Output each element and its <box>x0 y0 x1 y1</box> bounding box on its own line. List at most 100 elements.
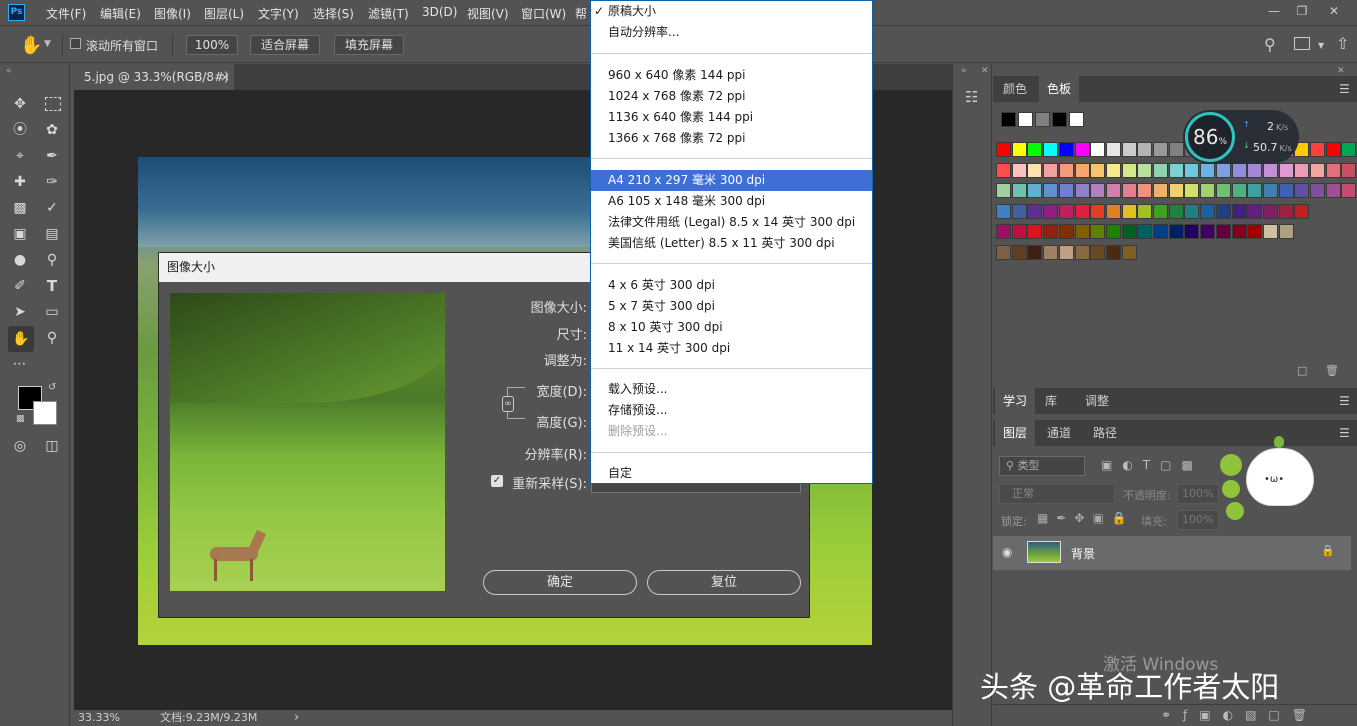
fill-input[interactable]: 100% <box>1177 510 1219 530</box>
menu-select[interactable]: 选择(S) <box>313 5 354 22</box>
swatch[interactable] <box>1035 112 1050 127</box>
type-tool-icon[interactable]: T <box>42 276 62 296</box>
panel-menu-icon[interactable]: ☰ <box>1339 394 1350 408</box>
swatch[interactable] <box>1074 203 1090 219</box>
swatch[interactable] <box>1027 162 1043 178</box>
tab-color[interactable]: 颜色 <box>995 76 1035 102</box>
swatch[interactable] <box>1069 112 1084 127</box>
path-select-icon[interactable]: ➤ <box>10 302 30 322</box>
swatch[interactable] <box>1153 183 1168 198</box>
network-speed-widget[interactable]: 86% ↑ 2 K/s ↓ 50.7 K/s <box>1183 110 1299 164</box>
swatch[interactable] <box>1168 224 1184 239</box>
swatch[interactable] <box>1200 162 1216 178</box>
swatch[interactable] <box>1184 224 1200 239</box>
history-panel-icon[interactable]: ☷ <box>965 88 978 106</box>
swatch[interactable] <box>1058 162 1074 178</box>
swatch[interactable] <box>1294 162 1310 178</box>
collapse-icon[interactable]: « <box>6 66 12 76</box>
expand-icon[interactable]: » <box>961 66 967 76</box>
menu-window[interactable]: 窗口(W) <box>521 5 566 22</box>
dropdown-item-preset[interactable]: A6 105 x 148 毫米 300 dpi <box>591 191 872 212</box>
menu-help[interactable]: 帮 <box>575 5 587 22</box>
swatch[interactable] <box>1231 162 1247 178</box>
swatch[interactable] <box>1200 183 1216 198</box>
layer-filter-icons[interactable]: ▣◐T▢▩ <box>1101 458 1203 472</box>
default-colors-icon[interactable]: ▩ <box>16 414 25 424</box>
dropdown-item-preset[interactable]: 法律文件用纸 (Legal) 8.5 x 14 英寸 300 dpi <box>591 212 872 233</box>
layer-filter-select[interactable]: ⚲ 类型 <box>999 456 1085 476</box>
fit-screen-button[interactable]: 适合屏幕 <box>250 35 320 55</box>
opacity-input[interactable]: 100% <box>1177 484 1219 504</box>
swatch[interactable] <box>1018 112 1033 127</box>
layer-row-background[interactable]: ◉ 背景 🔒 <box>993 536 1351 570</box>
swatch[interactable] <box>1325 162 1341 178</box>
swatch[interactable] <box>996 203 1011 219</box>
lock-icons[interactable]: ▦✒✥▣🔒 <box>1037 511 1135 525</box>
quick-select-tool-icon[interactable]: ✿ <box>42 120 62 140</box>
dropdown-item-custom[interactable]: 自定 <box>591 463 872 484</box>
hand-tool-icon[interactable]: ✋ <box>8 326 34 352</box>
swatch[interactable] <box>1262 203 1278 219</box>
swatch[interactable] <box>1184 203 1200 219</box>
workspace-icon[interactable] <box>1294 37 1310 50</box>
swatch[interactable] <box>1090 183 1106 198</box>
status-arrow-icon[interactable]: › <box>294 710 299 726</box>
trash-icon[interactable]: 🗑 <box>1325 364 1339 377</box>
swatch[interactable] <box>996 162 1011 178</box>
scroll-all-checkbox[interactable] <box>70 38 81 49</box>
chevron-down-icon[interactable]: ▼ <box>44 39 51 49</box>
swatch[interactable] <box>1043 162 1059 178</box>
swatch[interactable] <box>1215 203 1231 219</box>
menu-type[interactable]: 文字(Y) <box>258 5 299 22</box>
tab-adjustments[interactable]: 调整 <box>1077 388 1117 414</box>
dodge-tool-icon[interactable]: ⚲ <box>42 250 62 270</box>
swatch[interactable] <box>1027 183 1043 198</box>
stamp-tool-icon[interactable]: ▩ <box>10 198 30 218</box>
swatch[interactable] <box>1341 162 1357 178</box>
ok-button[interactable]: 确定 <box>483 570 637 595</box>
swatch[interactable] <box>1090 244 1106 260</box>
swatch[interactable] <box>1052 112 1067 127</box>
eyedropper-tool-icon[interactable]: ✒ <box>42 146 62 166</box>
swatch[interactable] <box>1310 162 1325 178</box>
swatch[interactable] <box>1247 183 1263 198</box>
screen-mode-icon[interactable]: ◫ <box>42 436 62 456</box>
swatch[interactable] <box>1011 203 1027 219</box>
pen-tool-icon[interactable]: ✐ <box>10 276 30 296</box>
swatch[interactable] <box>1105 224 1121 239</box>
close-icon[interactable]: ✕ <box>1337 66 1345 76</box>
swatch[interactable] <box>1247 203 1263 219</box>
swatch[interactable] <box>1137 224 1153 239</box>
marquee-tool-icon[interactable] <box>45 97 61 111</box>
swatch[interactable] <box>1058 244 1074 260</box>
dropdown-item-preset[interactable]: 5 x 7 英寸 300 dpi <box>591 296 872 317</box>
tab-libraries[interactable]: 库 <box>1037 388 1065 414</box>
swatch[interactable] <box>1105 142 1121 157</box>
swatch[interactable] <box>1043 224 1059 239</box>
swatch[interactable] <box>1105 203 1121 219</box>
dropdown-item-original-size[interactable]: ✓ 原稿大小 <box>591 1 872 22</box>
close-icon[interactable]: ✕ <box>1326 4 1342 18</box>
minimize-icon[interactable]: — <box>1266 4 1282 18</box>
swatch[interactable] <box>1027 244 1043 260</box>
swatch[interactable] <box>1001 112 1016 127</box>
swatch[interactable] <box>1074 183 1090 198</box>
dropdown-item-preset[interactable]: 11 x 14 英寸 300 dpi <box>591 338 872 359</box>
swatch[interactable] <box>1200 203 1216 219</box>
swatch[interactable] <box>1153 142 1168 157</box>
fill-screen-button[interactable]: 填充屏幕 <box>334 35 404 55</box>
reset-button[interactable]: 复位 <box>647 570 801 595</box>
swatch[interactable] <box>1121 142 1137 157</box>
swatch[interactable] <box>1074 142 1090 157</box>
quick-mask-icon[interactable]: ◎ <box>10 436 30 456</box>
swatch[interactable] <box>1074 244 1090 260</box>
swatch[interactable] <box>1231 224 1247 239</box>
tab-swatches[interactable]: 色板 <box>1039 76 1080 102</box>
history-brush-icon[interactable]: ✓ <box>42 198 62 218</box>
swatch[interactable] <box>1168 162 1184 178</box>
swatch[interactable] <box>1105 162 1121 178</box>
swatch[interactable] <box>1184 183 1200 198</box>
swatch[interactable] <box>1215 162 1231 178</box>
swatch[interactable] <box>1090 224 1106 239</box>
swatch[interactable] <box>1137 142 1153 157</box>
